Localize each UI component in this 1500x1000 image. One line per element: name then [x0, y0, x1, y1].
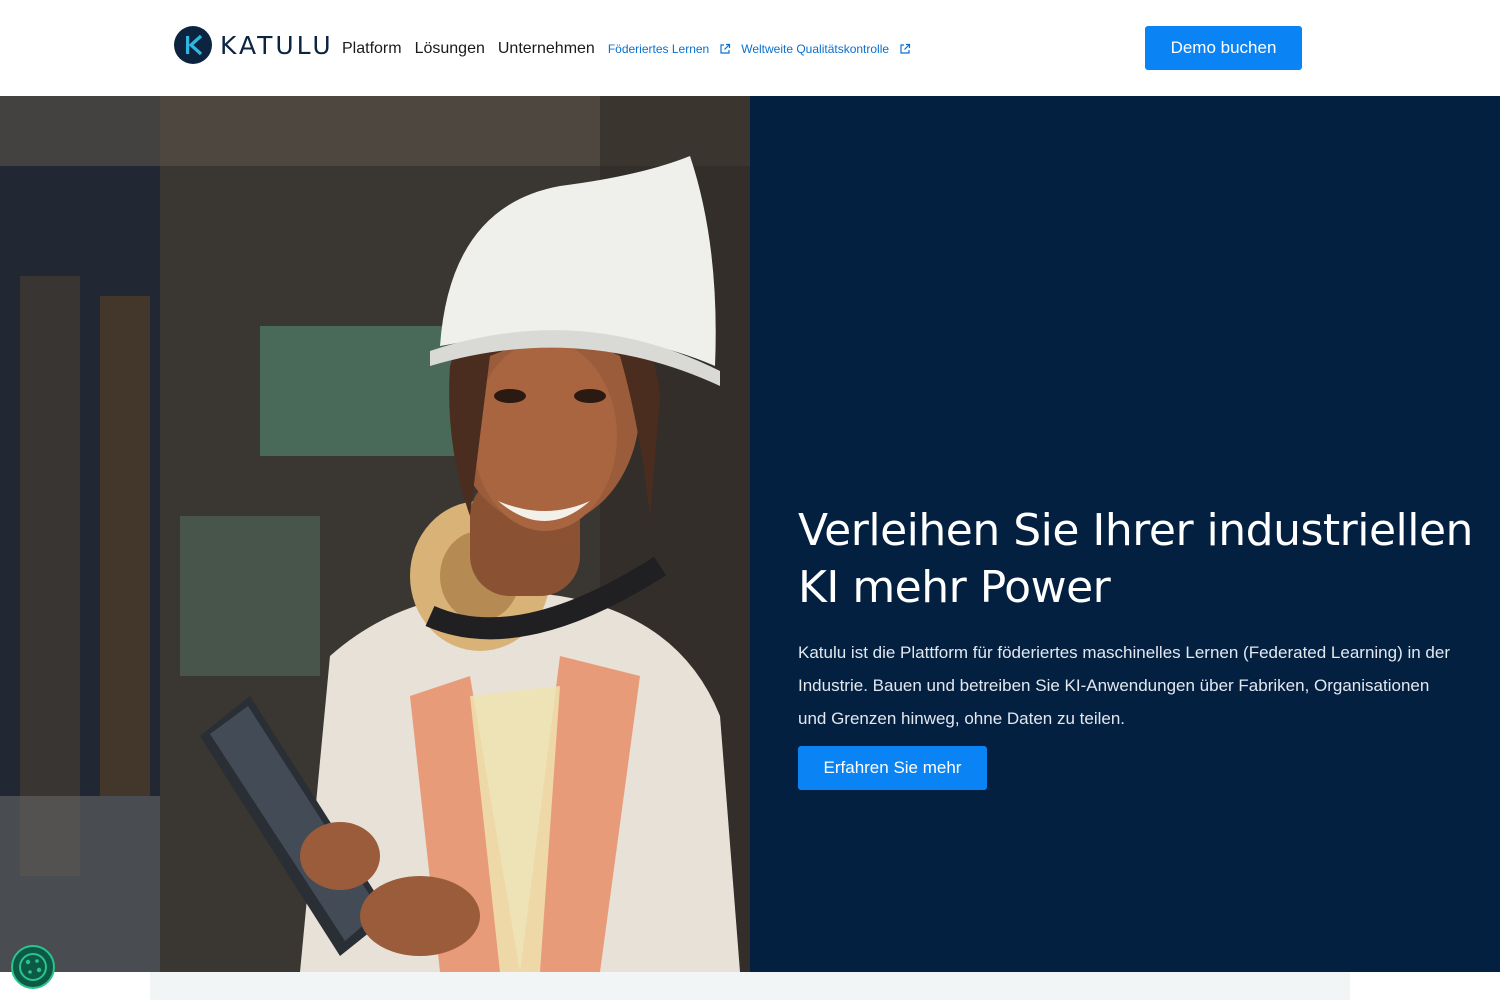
hero-section: Verleihen Sie Ihrer industriellen KI meh…: [0, 96, 1500, 972]
logo-text: KATULU: [220, 30, 334, 60]
next-section-card: [150, 972, 1350, 1000]
nav-solutions[interactable]: Lösungen: [415, 40, 485, 58]
learn-more-button[interactable]: Erfahren Sie mehr: [798, 746, 987, 790]
logo-link[interactable]: KATULU: [174, 26, 334, 64]
katulu-logo-icon: [174, 26, 212, 64]
hero-photo-illustration: [0, 96, 750, 972]
main-nav: Platform Lösungen Unternehmen Föderierte…: [342, 36, 911, 62]
external-link-icon: [719, 43, 731, 55]
site-header: KATULU Platform Lösungen Unternehmen Föd…: [0, 0, 1500, 96]
nav-federated-learning[interactable]: Föderiertes Lernen: [608, 42, 731, 56]
nav-federated-learning-label: Föderiertes Lernen: [607, 42, 710, 56]
hero-title-line1: Verleihen Sie Ihrer industriellen: [798, 505, 1473, 556]
nav-quality-control[interactable]: Weltweite Qualitätskontrolle: [741, 42, 911, 56]
hero-title-line2: KI mehr Power: [798, 562, 1111, 613]
hero-description: Katulu ist die Plattform für föderiertes…: [798, 643, 1451, 728]
nav-platform[interactable]: Platform: [342, 40, 402, 58]
cookie-icon: [19, 953, 47, 981]
nav-quality-control-label: Weltweite Qualitätskontrolle: [741, 42, 890, 56]
hero-title: Verleihen Sie Ihrer industriellen KI meh…: [798, 502, 1478, 616]
external-link-icon: [899, 43, 911, 55]
cookie-settings-button[interactable]: [11, 945, 55, 989]
nav-company[interactable]: Unternehmen: [498, 40, 595, 58]
hero-photo: [0, 96, 750, 972]
book-demo-button[interactable]: Demo buchen: [1145, 26, 1302, 70]
